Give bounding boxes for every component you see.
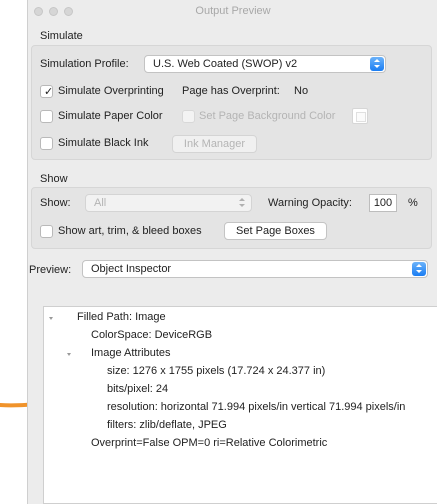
show-section-label: Show [40,173,68,185]
warning-opacity-input[interactable]: 100 [369,194,397,212]
simulate-black-ink-checkbox[interactable] [40,137,53,150]
resolution-node: resolution: horizontal 71.994 pixels/in … [107,401,406,413]
preview-select[interactable]: Object Inspector [82,260,428,278]
page-has-overprint-label: Page has Overprint: [182,85,280,97]
show-value: All [94,197,107,209]
dropdown-arrows-icon [239,197,245,209]
page-has-overprint-value: No [294,85,309,97]
show-group: Show: All Warning Opacity: 100 % Show ar… [31,187,432,249]
show-boxes-label: Show art, trim, & bleed boxes [58,225,202,237]
filters-node: filters: zlib/deflate, JPEG [107,419,227,431]
dropdown-arrows-icon [370,57,384,71]
preview-label: Preview: [29,264,72,276]
overprint-node: Overprint=False OPM=0 ri=Relative Colori… [91,437,328,449]
show-label: Show: [40,197,71,209]
checkmark-icon: ✓ [44,86,54,98]
object-inspector-panel: Filled Path: Image ColorSpace: DeviceRGB… [43,306,437,504]
simulate-black-ink-label: Simulate Black Ink [58,137,149,149]
size-node: size: 1276 x 1755 pixels (17.724 x 24.37… [107,365,326,377]
filled-path-node[interactable]: Filled Path: Image [77,311,166,323]
warning-opacity-label: Warning Opacity: [268,197,352,209]
preview-value: Object Inspector [91,263,172,275]
bits-per-pixel-node: bits/pixel: 24 [107,383,169,395]
disclosure-triangle-icon[interactable] [67,353,71,356]
image-attributes-node[interactable]: Image Attributes [91,347,171,359]
set-page-boxes-button[interactable]: Set Page Boxes [224,222,327,240]
show-select[interactable]: All [85,194,252,212]
output-preview-window: Output Preview Simulate Simulation Profi… [27,0,437,504]
simulation-profile-value: U.S. Web Coated (SWOP) v2 [153,58,298,70]
simulation-profile-select[interactable]: U.S. Web Coated (SWOP) v2 [144,55,386,73]
simulate-group: Simulation Profile: U.S. Web Coated (SWO… [31,45,432,160]
simulate-overprinting-label: Simulate Overprinting [58,85,164,97]
set-page-background-checkbox[interactable] [182,110,195,123]
simulation-profile-label: Simulation Profile: [40,58,129,70]
percent-label: % [408,197,418,209]
window-title: Output Preview [195,5,271,17]
background-color-swatch[interactable] [352,108,368,124]
disclosure-triangle-icon[interactable] [49,317,53,320]
show-boxes-checkbox[interactable] [40,225,53,238]
simulate-section-label: Simulate [40,30,83,42]
title-bar: Output Preview [28,0,437,22]
simulate-paper-color-label: Simulate Paper Color [58,110,163,122]
ink-manager-button[interactable]: Ink Manager [172,135,257,153]
set-page-background-label: Set Page Background Color [199,110,336,122]
simulate-paper-color-checkbox[interactable] [40,110,53,123]
colorspace-node: ColorSpace: DeviceRGB [91,329,213,341]
simulate-overprinting-checkbox[interactable]: ✓ [40,85,53,98]
dropdown-arrows-icon [412,262,426,276]
